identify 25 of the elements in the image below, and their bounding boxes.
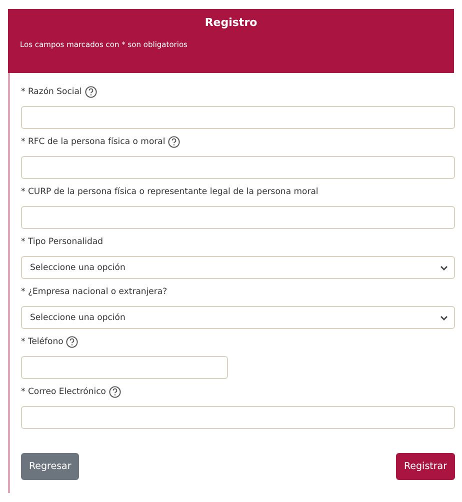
select-field[interactable]: Seleccione una opción	[21, 306, 455, 329]
help-icon[interactable]	[66, 336, 78, 348]
input-field[interactable]	[21, 206, 455, 229]
field-label: * Correo Electrónico	[21, 387, 106, 397]
help-icon[interactable]	[108, 386, 121, 398]
form-title: Registro	[204, 16, 258, 31]
select-value: Seleccione una opción	[30, 312, 126, 322]
help-icon[interactable]	[84, 86, 97, 98]
select-field[interactable]: Seleccione una opción	[21, 256, 455, 279]
chevron-icon	[440, 314, 448, 320]
field-label: * RFC de la persona física o moral	[21, 137, 166, 147]
field-label: * Teléfono	[21, 337, 64, 347]
input-field[interactable]	[21, 406, 455, 429]
input-field[interactable]	[21, 106, 455, 129]
select-value: Seleccione una opción	[30, 262, 126, 272]
input-field[interactable]	[21, 356, 228, 379]
field-label: * ¿Empresa nacional o extranjera?	[21, 287, 168, 297]
chevron-icon	[440, 264, 448, 270]
field-label: * Razón Social	[21, 87, 82, 97]
field-label: * Tipo Personalidad	[21, 237, 104, 247]
field-label: * CURP de la persona física o representante legal de la persona moral	[21, 187, 318, 197]
back-button[interactable]: Regresar	[21, 453, 80, 480]
register-button[interactable]: Registrar	[396, 453, 455, 480]
input-field[interactable]	[21, 156, 455, 179]
help-icon[interactable]	[168, 136, 180, 148]
